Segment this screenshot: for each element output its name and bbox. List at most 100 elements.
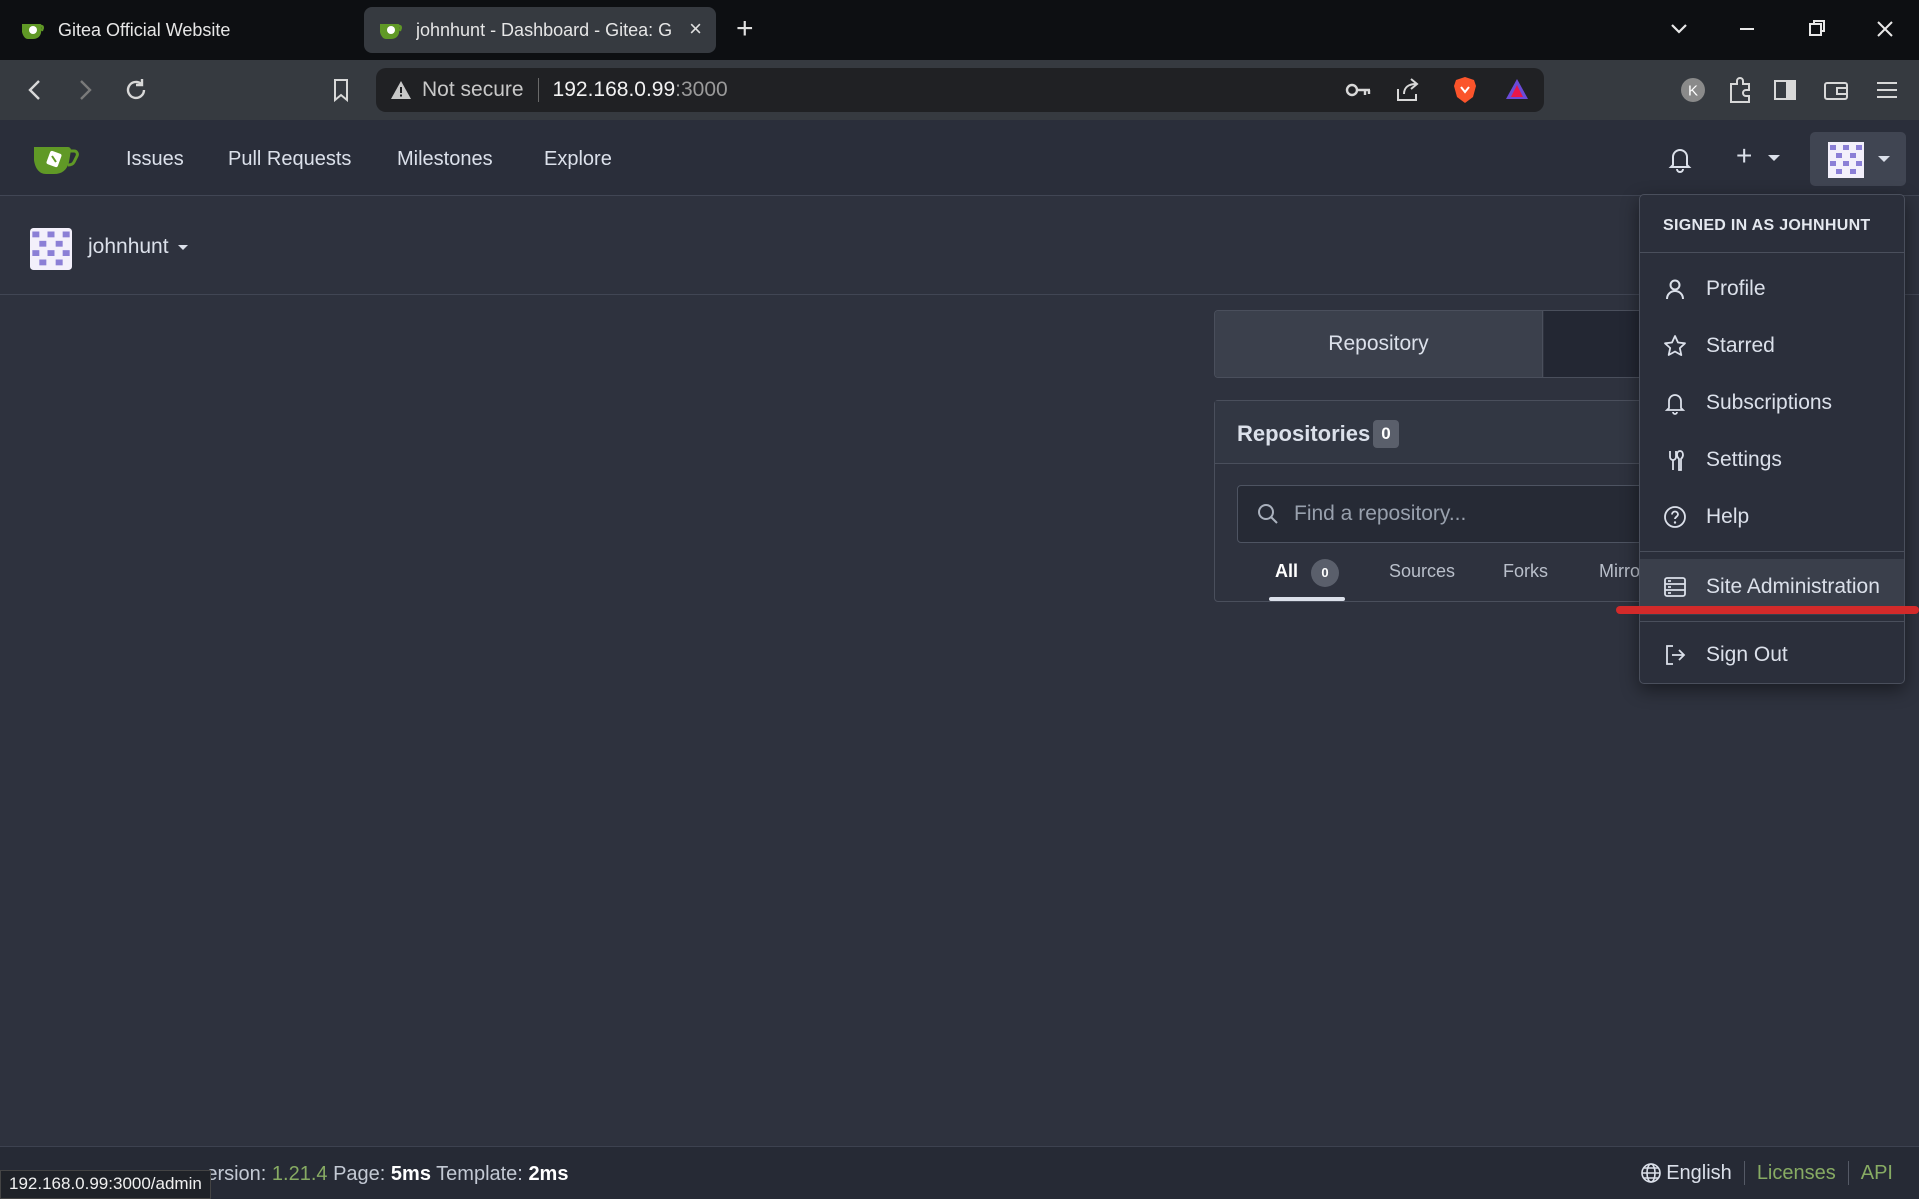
signed-in-header: SIGNED IN AS JOHNHUNT [1640, 195, 1904, 253]
wallet-icon[interactable] [1822, 75, 1850, 105]
tab-search-chevron-icon[interactable] [1668, 14, 1690, 52]
profile-avatar-icon[interactable]: K [1680, 76, 1706, 104]
menu-item-label: Profile [1706, 277, 1766, 300]
repositories-count-badge: 0 [1373, 420, 1399, 448]
footer-divider [1743, 1161, 1745, 1185]
menu-icon[interactable] [1874, 75, 1900, 105]
menu-item-settings[interactable]: Settings [1640, 432, 1904, 488]
gitea-logo-icon[interactable] [32, 142, 80, 181]
gitea-favicon-icon [378, 19, 402, 41]
avatar [30, 228, 72, 275]
menu-item-subscriptions[interactable]: Subscriptions [1640, 375, 1904, 431]
back-icon[interactable] [24, 75, 46, 110]
bookmark-icon[interactable] [330, 75, 352, 110]
close-window-icon[interactable] [1874, 14, 1896, 52]
menu-item-profile[interactable]: Profile [1640, 261, 1904, 317]
footer-version-prefix: ersion: [206, 1163, 267, 1185]
menu-item-label: Settings [1706, 448, 1782, 471]
language-label: English [1666, 1161, 1732, 1184]
new-tab-icon[interactable]: + [736, 14, 754, 44]
tab-title: Gitea Official Website [58, 19, 231, 40]
repositories-panel: Repositories 0 All 0 Sources Forks Mirro [1214, 400, 1664, 602]
red-annotation-underline [1616, 606, 1919, 614]
repositories-title: Repositories [1237, 421, 1371, 446]
filter-all-count: 0 [1311, 559, 1339, 587]
nav-pull-requests[interactable]: Pull Requests [228, 148, 351, 171]
menu-divider [1640, 551, 1904, 552]
profile-initial: K [1688, 83, 1698, 100]
menu-item-help[interactable]: Help [1640, 489, 1904, 545]
api-link[interactable]: API [1861, 1162, 1893, 1185]
restore-icon[interactable] [1806, 14, 1828, 52]
tab-gitea-official[interactable]: Gitea Official Website [8, 7, 358, 53]
context-switcher: johnhunt [0, 197, 1919, 295]
server-icon [1662, 574, 1688, 600]
dashboard-segment-switch: Repository [1214, 310, 1664, 378]
search-input[interactable] [1294, 502, 1634, 526]
sign-out-icon [1662, 642, 1688, 668]
question-circle-icon [1662, 504, 1688, 530]
sidebar-icon[interactable] [1772, 75, 1798, 105]
active-filter-underline [1269, 597, 1345, 601]
filter-all[interactable]: All [1275, 561, 1298, 582]
caret-down-icon [178, 244, 189, 250]
share-icon[interactable] [1394, 75, 1422, 105]
person-icon [1662, 276, 1688, 302]
tab-title: johnhunt - Dashboard - Gitea: G [416, 19, 673, 40]
menu-item-label: Site Administration [1706, 575, 1880, 598]
key-icon[interactable] [1344, 75, 1372, 105]
minimize-icon[interactable] [1736, 14, 1758, 52]
menu-item-label: Sign Out [1706, 643, 1788, 666]
filter-forks[interactable]: Forks [1503, 561, 1548, 582]
menu-item-label: Help [1706, 505, 1750, 528]
context-user-dropdown[interactable]: johnhunt [88, 235, 189, 259]
caret-down-icon [1768, 154, 1781, 161]
plus-icon: + [1736, 140, 1753, 171]
bell-icon [1662, 390, 1688, 416]
extensions-icon[interactable] [1726, 75, 1754, 105]
nav-issues[interactable]: Issues [126, 148, 184, 171]
address-port: :3000 [675, 78, 728, 101]
menu-item-starred[interactable]: Starred [1640, 318, 1904, 374]
footer-version[interactable]: 1.21.4 [272, 1163, 328, 1185]
licenses-link[interactable]: Licenses [1757, 1162, 1836, 1185]
search-icon [1256, 502, 1280, 526]
reload-icon[interactable] [122, 75, 150, 110]
notifications-bell-icon[interactable] [1666, 144, 1694, 179]
menu-divider [1640, 621, 1904, 622]
language-selector[interactable]: English [1640, 1162, 1732, 1185]
footer-template-time: 2ms [528, 1163, 569, 1185]
footer-links: English Licenses API [1640, 1161, 1893, 1185]
menu-item-label: Subscriptions [1706, 391, 1833, 414]
forward-icon[interactable] [74, 75, 96, 110]
menu-item-label: Starred [1706, 334, 1775, 357]
menu-item-sign-out[interactable]: Sign Out [1640, 627, 1904, 683]
nav-explore[interactable]: Explore [544, 148, 612, 171]
browser-toolbar: Not secure 192.168.0.99:3000 K [0, 60, 1919, 120]
warning-triangle-icon[interactable] [390, 80, 412, 100]
security-label[interactable]: Not secure [422, 78, 524, 102]
footer-divider [1847, 1161, 1849, 1185]
close-tab-icon[interactable]: × [689, 18, 702, 40]
brave-rewards-icon[interactable] [1504, 75, 1530, 105]
brave-shield-icon[interactable] [1452, 75, 1478, 105]
tab-dashboard[interactable]: johnhunt - Dashboard - Gitea: G × [364, 7, 716, 53]
filter-mirrors[interactable]: Mirro [1599, 561, 1640, 582]
gitea-navbar: Issues Pull Requests Milestones Explore … [0, 120, 1919, 196]
segment-repository[interactable]: Repository [1215, 311, 1543, 377]
footer-page-label: Page: [333, 1163, 386, 1185]
nav-milestones[interactable]: Milestones [397, 148, 493, 171]
context-username: johnhunt [88, 235, 169, 258]
create-menu-button[interactable]: + [1736, 140, 1781, 171]
footer-page-time: 5ms [390, 1163, 431, 1185]
address-divider [537, 78, 539, 102]
star-icon [1662, 333, 1688, 359]
repositories-header: Repositories 0 [1215, 401, 1663, 464]
caret-down-icon [1878, 156, 1890, 162]
address-host: 192.168.0.99 [552, 78, 676, 101]
user-menu-button[interactable] [1810, 132, 1906, 186]
page-footer: Powered by: Gitea Version: 1.21.4 Page: … [0, 1146, 1919, 1199]
repository-search[interactable] [1237, 485, 1663, 543]
browser-tab-bar: Gitea Official Website johnhunt - Dashbo… [0, 0, 1919, 60]
filter-sources[interactable]: Sources [1389, 561, 1455, 582]
